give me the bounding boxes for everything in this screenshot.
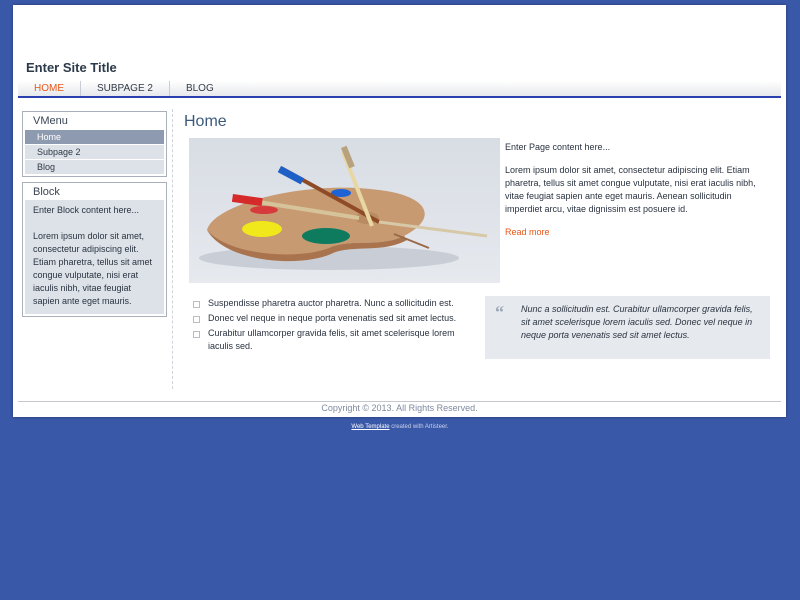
- sidebar: VMenu Home Subpage 2 Blog Block Enter Bl…: [22, 111, 167, 322]
- page-intro: Enter Page content here...: [505, 142, 611, 152]
- block-title: Block: [33, 186, 60, 198]
- column-divider: [172, 109, 173, 389]
- blockquote: “ Nunc a sollicitudin est. Curabitur ull…: [485, 296, 770, 359]
- vmenu-box: VMenu Home Subpage 2 Blog: [22, 111, 167, 177]
- list-item-text: Suspendisse pharetra auctor pharetra. Nu…: [208, 298, 454, 308]
- block-intro: Enter Block content here...: [33, 205, 140, 215]
- page-container: Enter Site Title HOME SUBPAGE 2 BLOG VMe…: [13, 5, 786, 417]
- footer-divider: [18, 401, 781, 402]
- palette-icon: [199, 145, 488, 270]
- main-nav: HOME SUBPAGE 2 BLOG: [18, 81, 781, 98]
- list-item-text: Donec vel neque in neque porta venenatis…: [208, 313, 457, 323]
- credit-text: created with Artisteer.: [389, 424, 449, 430]
- credit-link[interactable]: Web Template: [351, 424, 389, 430]
- list-item: Donec vel neque in neque porta venenatis…: [193, 312, 468, 325]
- read-more-link[interactable]: Read more: [505, 226, 767, 239]
- page-paragraph: Lorem ipsum dolor sit amet, consectetur …: [505, 165, 756, 214]
- page-heading: Home: [184, 113, 227, 130]
- palette-image: [189, 138, 500, 283]
- nav-item-subpage-2[interactable]: SUBPAGE 2: [81, 81, 170, 96]
- quote-text: Nunc a sollicitudin est. Curabitur ullam…: [521, 304, 753, 340]
- bullet-icon: [193, 301, 200, 308]
- nav-item-home[interactable]: HOME: [18, 81, 81, 96]
- block-body: Lorem ipsum dolor sit amet, consectetur …: [33, 231, 153, 306]
- site-title: Enter Site Title: [26, 60, 117, 75]
- bullet-list: Suspendisse pharetra auctor pharetra. Nu…: [193, 297, 468, 355]
- vmenu-item-subpage-2[interactable]: Subpage 2: [25, 145, 164, 159]
- bullet-icon: [193, 331, 200, 338]
- list-item: Curabitur ullamcorper gravida felis, sit…: [193, 327, 468, 353]
- vmenu-item-home[interactable]: Home: [25, 130, 164, 144]
- footer-copyright: Copyright © 2013. All Rights Reserved.: [321, 403, 478, 413]
- list-item-text: Curabitur ullamcorper gravida felis, sit…: [208, 328, 455, 351]
- list-item: Suspendisse pharetra auctor pharetra. Nu…: [193, 297, 468, 310]
- credit-line: Web Template created with Artisteer.: [0, 424, 800, 430]
- block-box: Block Enter Block content here... Lorem …: [22, 182, 167, 317]
- page-content: Enter Page content here... Lorem ipsum d…: [505, 141, 767, 239]
- block-content: Enter Block content here... Lorem ipsum …: [25, 200, 164, 314]
- vmenu-item-blog[interactable]: Blog: [25, 160, 164, 174]
- bullet-icon: [193, 316, 200, 323]
- quote-icon: “: [495, 302, 504, 322]
- vmenu-title: VMenu: [33, 115, 68, 127]
- nav-item-blog[interactable]: BLOG: [170, 81, 230, 96]
